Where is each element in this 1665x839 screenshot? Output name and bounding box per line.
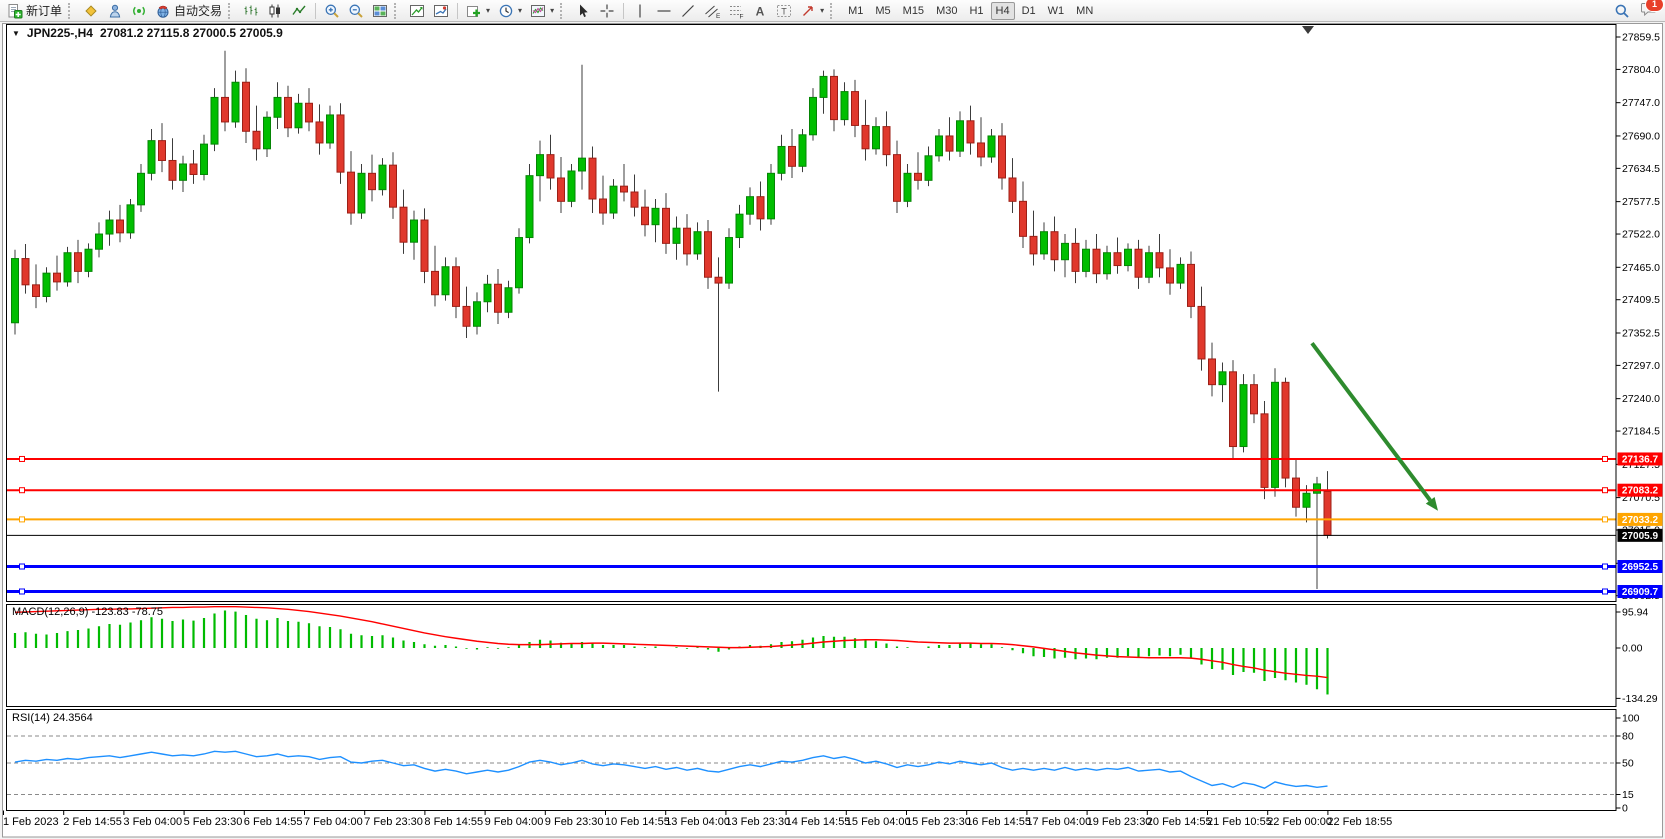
candlestick-chart-button[interactable]: [263, 1, 287, 21]
timeframe-button-M30[interactable]: M30: [931, 2, 962, 20]
trendline-button[interactable]: [676, 1, 700, 21]
fibonacci-button[interactable]: F: [724, 1, 748, 21]
text-button[interactable]: A: [748, 1, 772, 21]
toolbar-separator: [315, 3, 316, 19]
dropdown-caret-icon[interactable]: ▾: [486, 6, 490, 15]
indicator-window-dot-icon: [433, 3, 449, 19]
periods-button[interactable]: ▾: [494, 1, 526, 21]
indicator-window-2-button[interactable]: [429, 1, 453, 21]
horizontal-line-icon: [656, 3, 672, 19]
text-label-icon: T: [776, 3, 792, 19]
tile-windows-icon: [372, 3, 388, 19]
new-order-button[interactable]: 新订单: [3, 1, 66, 21]
toolbar-grip: [68, 3, 75, 19]
price-axis[interactable]: [1616, 24, 1665, 811]
timeframe-button-H1[interactable]: H1: [964, 2, 988, 20]
new-order-label: 新订单: [26, 2, 62, 19]
timeframe-button-M15[interactable]: M15: [898, 2, 929, 20]
zoom-out-button[interactable]: [344, 1, 368, 21]
add-indicator-button[interactable]: ▾: [462, 1, 494, 21]
candlestick-chart-icon: [267, 3, 283, 19]
template-icon: [530, 3, 546, 19]
arrows-button[interactable]: ▾: [796, 1, 828, 21]
crosshair-button[interactable]: [595, 1, 619, 21]
clock-icon: [498, 3, 514, 19]
channel-icon: E: [704, 3, 720, 19]
dropdown-caret-icon[interactable]: ▾: [820, 6, 824, 15]
horizontal-line-button[interactable]: [652, 1, 676, 21]
svg-text:E: E: [716, 13, 720, 19]
toolbar-grip: [394, 3, 401, 19]
zoom-out-icon: [348, 3, 364, 19]
indicator-window-button[interactable]: [405, 1, 429, 21]
cursor-button[interactable]: [571, 1, 595, 21]
line-chart-button[interactable]: [287, 1, 311, 21]
vertical-line-icon: [632, 3, 648, 19]
add-indicator-icon: [466, 3, 482, 19]
trendline-icon: [680, 3, 696, 19]
svg-text:A: A: [756, 4, 765, 18]
auto-trading-button[interactable]: 自动交易: [151, 1, 226, 21]
tile-windows-button[interactable]: [368, 1, 392, 21]
toolbar-grip: [830, 3, 837, 19]
crosshair-icon: [599, 3, 615, 19]
indicator-window-up-icon: [409, 3, 425, 19]
timeframe-button-W1[interactable]: W1: [1043, 2, 1070, 20]
market-watch-button[interactable]: [79, 1, 103, 21]
bar-chart-icon: [243, 3, 259, 19]
text-a-icon: A: [752, 3, 768, 19]
line-chart-icon: [291, 3, 307, 19]
toolbar-grip: [560, 3, 567, 19]
text-label-button[interactable]: T: [772, 1, 796, 21]
fibonacci-icon: F: [728, 3, 744, 19]
timeframe-button-H4[interactable]: H4: [991, 2, 1015, 20]
dropdown-caret-icon[interactable]: ▾: [550, 6, 554, 15]
timeframe-button-D1[interactable]: D1: [1017, 2, 1041, 20]
rsi-pane[interactable]: [7, 709, 1616, 811]
dropdown-caret-icon[interactable]: ▾: [518, 6, 522, 15]
svg-text:F: F: [740, 13, 744, 19]
svg-text:T: T: [781, 6, 787, 16]
toolbar-separator: [623, 3, 624, 19]
arrows-icon: [800, 3, 816, 19]
auto-trading-label: 自动交易: [174, 2, 222, 19]
equidistant-channel-button[interactable]: E: [700, 1, 724, 21]
toolbar-separator: [457, 3, 458, 19]
zoom-in-icon: [324, 3, 340, 19]
signal-icon: [131, 3, 147, 19]
cursor-arrow-icon: [575, 3, 591, 19]
new-order-icon: [7, 3, 23, 19]
timeframe-group: M1M5M15M30H1H4D1W1MN: [843, 2, 1098, 20]
zoom-in-button[interactable]: [320, 1, 344, 21]
timeframe-button-M1[interactable]: M1: [843, 2, 868, 20]
timeframe-button-MN[interactable]: MN: [1071, 2, 1098, 20]
auto-trading-icon: [155, 3, 171, 19]
main-chart-pane[interactable]: [7, 24, 1616, 602]
signal-button[interactable]: [127, 1, 151, 21]
search-icon: [1614, 3, 1630, 19]
trading-terminal-window: 新订单 自动交易: [0, 0, 1665, 839]
market-watch-diamond-icon: [83, 3, 99, 19]
timeframe-button-M5[interactable]: M5: [870, 2, 895, 20]
notifications-button[interactable]: 1: [1640, 1, 1658, 20]
time-axis[interactable]: [7, 811, 1616, 837]
vertical-line-button[interactable]: [628, 1, 652, 21]
macd-pane[interactable]: [7, 604, 1616, 707]
toolbar-right: 1: [1610, 1, 1662, 21]
navigator-button[interactable]: [103, 1, 127, 21]
navigator-person-icon: [107, 3, 123, 19]
templates-button[interactable]: ▾: [526, 1, 558, 21]
toolbar-grip: [228, 3, 235, 19]
bar-chart-button[interactable]: [239, 1, 263, 21]
search-button[interactable]: [1610, 1, 1634, 21]
notification-badge: 1: [1645, 0, 1664, 12]
toolbar: 新订单 自动交易: [0, 0, 1665, 22]
